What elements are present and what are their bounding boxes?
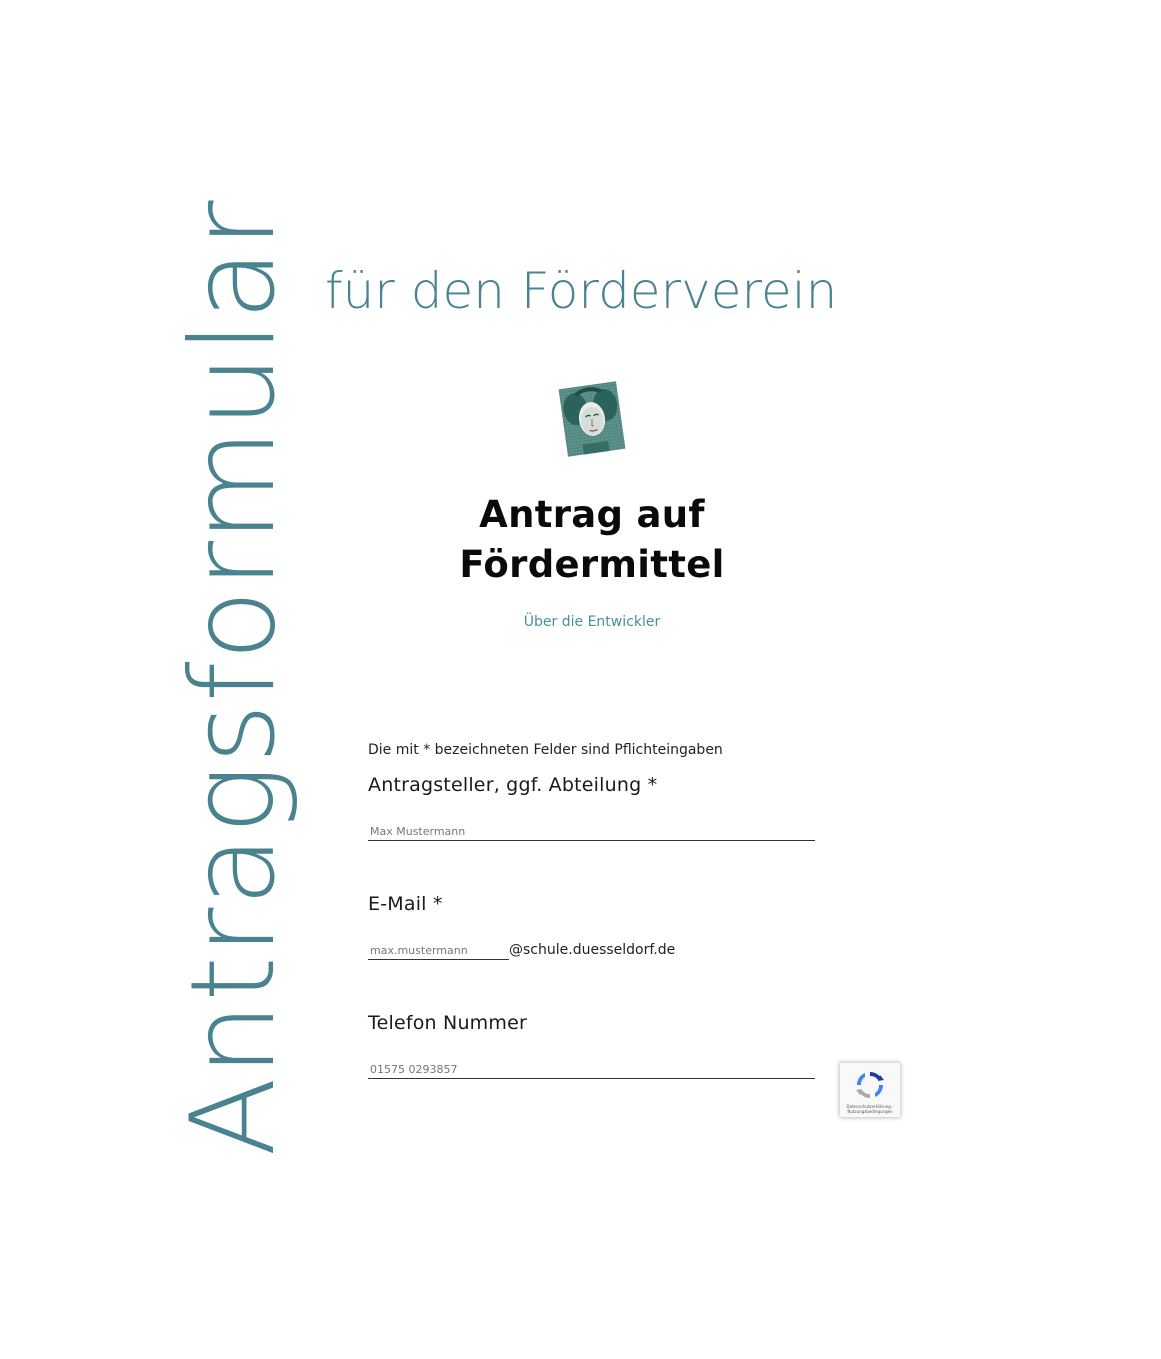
- applicant-input[interactable]: [368, 823, 815, 841]
- side-title: Antragsformular: [166, 199, 301, 1157]
- about-developers-link[interactable]: Über die Entwickler: [432, 614, 752, 630]
- subtitle: für den Förderverein: [325, 262, 838, 320]
- applicant-label: Antragsteller, ggf. Abteilung *: [368, 774, 658, 796]
- required-fields-note: Die mit * bezeichneten Felder sind Pflic…: [368, 742, 723, 758]
- page-title-line2: Fördermittel: [459, 543, 725, 586]
- page-title-line1: Antrag auf: [479, 493, 705, 536]
- portrait-image: [558, 381, 626, 457]
- phone-label: Telefon Nummer: [368, 1012, 528, 1034]
- recaptcha-footer[interactable]: Datenschutzerklärung - Nutzungsbedingung…: [842, 1104, 898, 1114]
- email-domain-suffix: @schule.duesseldorf.de: [509, 942, 676, 958]
- page-title: Antrag auf Fördermittel: [432, 490, 752, 590]
- email-input[interactable]: [368, 942, 509, 960]
- phone-input[interactable]: [368, 1061, 815, 1079]
- email-label: E-Mail *: [368, 893, 443, 915]
- recaptcha-icon: [856, 1072, 884, 1098]
- recaptcha-badge[interactable]: Datenschutzerklärung - Nutzungsbedingung…: [840, 1063, 900, 1117]
